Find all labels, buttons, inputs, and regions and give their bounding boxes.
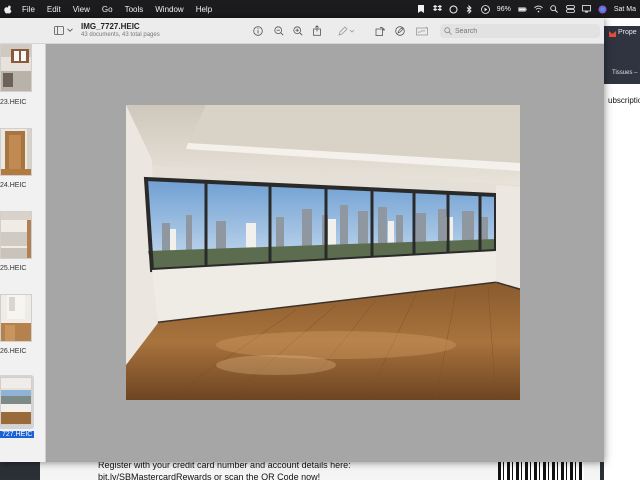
thumbnail-image[interactable]: [0, 294, 32, 342]
unknown-status-icon[interactable]: [449, 5, 458, 14]
thumbnail-label: 24.HEIC: [0, 182, 27, 189]
menu-tools[interactable]: Tools: [125, 5, 144, 14]
zoom-in-button[interactable]: [292, 25, 303, 36]
browser-tab-row[interactable]: Tissues –: [604, 66, 640, 84]
markup-pen-button[interactable]: [337, 25, 357, 36]
document-subtitle: 43 documents, 43 total pages: [81, 32, 160, 38]
thumbnail-label: 26.HEIC: [0, 348, 27, 355]
search-field[interactable]: [440, 24, 600, 38]
thumbnail-image[interactable]: [0, 211, 32, 259]
pen-icon: [338, 25, 355, 36]
thumbnail-image[interactable]: [0, 44, 32, 92]
control-center-icon[interactable]: [565, 5, 575, 14]
bookmark-status-icon[interactable]: [417, 5, 426, 14]
document-title: IMG_7727.HEIC: [81, 22, 140, 31]
gmail-icon: [609, 31, 616, 37]
browser-tab[interactable]: Prope: [604, 26, 640, 66]
thumbnail-label: 727.HEIC: [0, 431, 35, 438]
chevron-down-icon[interactable]: [67, 27, 73, 33]
thumbnail-label: 23.HEIC: [0, 99, 27, 106]
siri-icon[interactable]: [598, 5, 607, 14]
menu-view[interactable]: View: [73, 5, 90, 14]
menu-file[interactable]: File: [22, 5, 35, 14]
menu-help[interactable]: Help: [196, 5, 212, 14]
menu-bar-clock[interactable]: Sat Ma: [614, 6, 636, 13]
rotate-button[interactable]: [374, 25, 385, 36]
apple-menu-icon[interactable]: [4, 4, 14, 14]
signature-icon: [415, 26, 428, 35]
preview-window: IMG_7727.HEIC 43 documents, 43 total pag…: [0, 18, 604, 462]
play-status-icon[interactable]: [480, 4, 490, 14]
menu-bar: File Edit View Go Tools Window Help 96% …: [0, 0, 640, 18]
battery-icon[interactable]: [517, 5, 527, 14]
thumbnail-image[interactable]: [0, 377, 32, 425]
zoom-out-button[interactable]: [273, 25, 284, 36]
menu-edit[interactable]: Edit: [47, 5, 61, 14]
battery-percent: 96%: [496, 5, 511, 13]
spotlight-search-icon[interactable]: [550, 5, 559, 14]
main-photo[interactable]: [126, 105, 520, 400]
background-subscription-text: ubscriptio: [608, 96, 640, 105]
menu-window[interactable]: Window: [155, 5, 183, 14]
qr-code: [498, 460, 584, 480]
display-icon[interactable]: [581, 5, 591, 14]
thumbnail-image[interactable]: [0, 128, 32, 176]
register-link-text: bit.ly/SBMastercardRewards or scan the Q…: [98, 472, 321, 480]
thumbnail-label: 25.HEIC: [0, 265, 27, 272]
share-icon: [312, 25, 321, 36]
search-input[interactable]: [455, 27, 585, 35]
rotate-icon: [375, 26, 385, 36]
zoom-in-icon: [292, 25, 303, 36]
background-page: [604, 18, 640, 480]
wifi-icon[interactable]: [533, 5, 543, 14]
sign-button[interactable]: [415, 25, 429, 36]
menu-go[interactable]: Go: [102, 5, 113, 14]
sidebar-toggle-icon[interactable]: [54, 26, 64, 35]
zoom-out-icon: [273, 25, 284, 36]
bluetooth-icon[interactable]: [465, 4, 474, 14]
browser-tab-2-title: Tissues –: [612, 70, 638, 76]
browser-tab-title: Prope: [618, 29, 637, 36]
share-button[interactable]: [311, 25, 322, 36]
markup-button[interactable]: [394, 25, 405, 36]
info-button[interactable]: [252, 25, 263, 36]
window-titlebar[interactable]: IMG_7727.HEIC 43 documents, 43 total pag…: [0, 18, 604, 44]
dropbox-status-icon[interactable]: [432, 5, 442, 14]
search-icon: [444, 27, 452, 35]
image-canvas[interactable]: [46, 44, 604, 462]
thumbnail-sidebar[interactable]: 23.HEIC 24.HEIC 25.HEIC 26.HEIC 727.HEIC: [0, 44, 46, 462]
markup-icon: [394, 25, 405, 36]
info-icon: [252, 25, 263, 36]
